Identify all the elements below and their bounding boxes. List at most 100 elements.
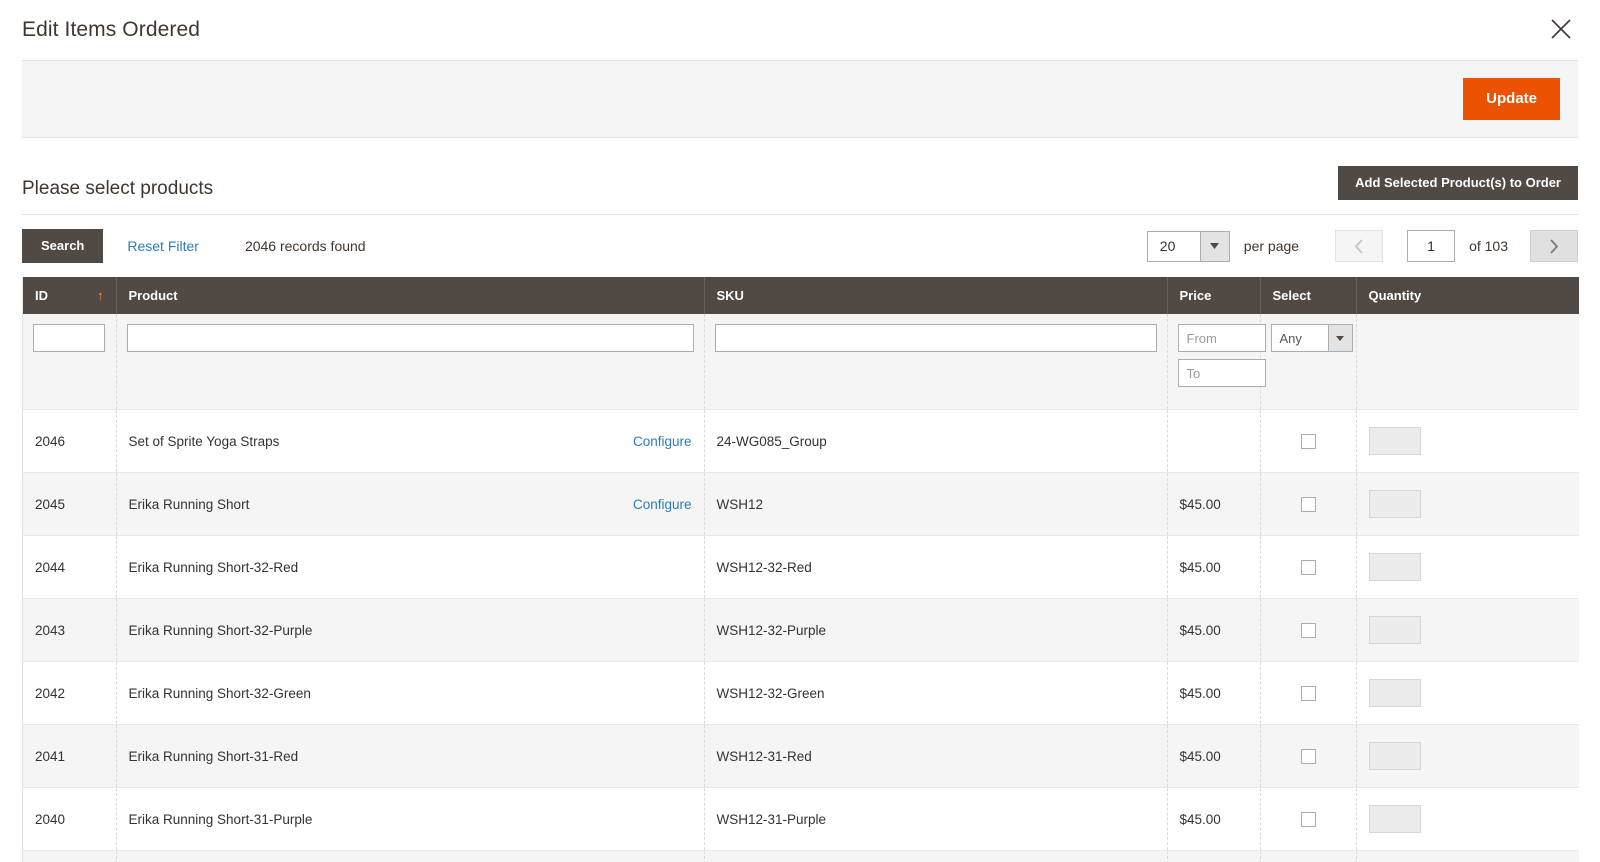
- per-page-label: per page: [1244, 238, 1299, 254]
- cell-price: $45.00: [1167, 536, 1260, 599]
- cell-quantity: [1356, 788, 1579, 851]
- cell-price: $45.00: [1167, 662, 1260, 725]
- product-name: Erika Running Short-32-Purple: [129, 623, 313, 638]
- arrow-up-icon: ↑: [97, 289, 104, 302]
- quantity-input[interactable]: [1369, 742, 1421, 770]
- select-checkbox[interactable]: [1301, 497, 1316, 512]
- product-name: Erika Running Short-32-Red: [129, 560, 299, 575]
- product-name: Erika Running Short-31-Purple: [129, 812, 313, 827]
- column-header-sku[interactable]: SKU: [704, 277, 1167, 314]
- cell-sku: WSH12-31-Purple: [704, 788, 1167, 851]
- column-header-quantity[interactable]: Quantity: [1356, 277, 1579, 314]
- cell-price: $45.00: [1167, 473, 1260, 536]
- configure-link[interactable]: Configure: [633, 497, 692, 512]
- cell-sku: WSH12: [704, 473, 1167, 536]
- cell-price: $45.00: [1167, 851, 1260, 862]
- filter-select-value: Any: [1272, 325, 1328, 351]
- table-row[interactable]: 2046Set of Sprite Yoga StrapsConfigure24…: [23, 410, 1579, 473]
- cell-product: Erika Running Short-32-Green: [116, 662, 704, 725]
- filter-select-dropdown[interactable]: Any: [1271, 324, 1353, 352]
- add-selected-products-button[interactable]: Add Selected Product(s) to Order: [1338, 166, 1578, 200]
- column-header-product[interactable]: Product: [116, 277, 704, 314]
- quantity-input[interactable]: [1369, 805, 1421, 833]
- column-header-select[interactable]: Select: [1260, 277, 1356, 314]
- table-header-row: ID ↑ Product SKU Price Select Quantity: [23, 277, 1579, 314]
- cell-price: $45.00: [1167, 599, 1260, 662]
- search-button[interactable]: Search: [22, 229, 103, 263]
- filter-cell-sku: [704, 314, 1167, 410]
- filter-cell-price: [1167, 314, 1260, 410]
- cell-id: 2043: [23, 599, 116, 662]
- cell-price: $45.00: [1167, 788, 1260, 851]
- table-filter-body: Any: [23, 314, 1579, 410]
- table-body: 2046Set of Sprite Yoga StrapsConfigure24…: [23, 410, 1579, 862]
- cell-quantity: [1356, 473, 1579, 536]
- filter-id-input[interactable]: [33, 324, 105, 352]
- table-row[interactable]: 2044Erika Running Short-32-RedWSH12-32-R…: [23, 536, 1579, 599]
- cell-select: [1260, 410, 1356, 473]
- table-row[interactable]: 2041Erika Running Short-31-RedWSH12-31-R…: [23, 725, 1579, 788]
- previous-page-button[interactable]: [1335, 230, 1383, 262]
- table-row[interactable]: 2042Erika Running Short-32-GreenWSH12-32…: [23, 662, 1579, 725]
- next-page-button[interactable]: [1530, 230, 1578, 262]
- cell-select: [1260, 536, 1356, 599]
- per-page-select[interactable]: 20: [1147, 231, 1230, 262]
- configure-link[interactable]: Configure: [633, 434, 692, 449]
- cell-product: Erika Running Short Configure: [116, 473, 704, 536]
- quantity-input[interactable]: [1369, 616, 1421, 644]
- cell-quantity: [1356, 410, 1579, 473]
- page-title: Edit Items Ordered: [22, 18, 200, 42]
- cell-id: 2045: [23, 473, 116, 536]
- cell-id: 2040: [23, 788, 116, 851]
- filter-price-to-input[interactable]: [1178, 359, 1266, 387]
- filter-price-from-input[interactable]: [1178, 324, 1266, 352]
- section-title: Please select products: [22, 179, 213, 200]
- cell-id: 2039: [23, 851, 116, 862]
- reset-filter-link[interactable]: Reset Filter: [127, 238, 199, 254]
- select-checkbox[interactable]: [1301, 812, 1316, 827]
- quantity-input[interactable]: [1369, 679, 1421, 707]
- cell-select: [1260, 662, 1356, 725]
- grid-toolbar-right: 20 per page of 103: [1147, 230, 1578, 262]
- modal-title-bar: Edit Items Ordered: [0, 0, 1600, 60]
- select-checkbox[interactable]: [1301, 560, 1316, 575]
- cell-id: 2042: [23, 662, 116, 725]
- product-name: Erika Running Short: [129, 497, 250, 512]
- filter-row: Any: [23, 314, 1579, 410]
- table-row[interactable]: 2040 Erika Running Short-31-Purple WSH12-3…: [23, 788, 1579, 851]
- cell-id: 2044: [23, 536, 116, 599]
- cell-quantity: [1356, 725, 1579, 788]
- chevron-down-icon-glyph: [1336, 336, 1344, 341]
- close-icon[interactable]: [1544, 12, 1578, 46]
- table-row[interactable]: 2043Erika Running Short-32-PurpleWSH12-3…: [23, 599, 1579, 662]
- quantity-input[interactable]: [1369, 553, 1421, 581]
- update-button[interactable]: Update: [1463, 78, 1560, 121]
- select-checkbox[interactable]: [1301, 623, 1316, 638]
- cell-quantity: [1356, 851, 1579, 862]
- cell-sku: WSH12-32-Green: [704, 662, 1167, 725]
- filter-cell-product: [116, 314, 704, 410]
- chevron-down-icon-glyph: [1210, 243, 1219, 249]
- cell-sku: 24-WG085_Group: [704, 410, 1167, 473]
- select-checkbox[interactable]: [1301, 686, 1316, 701]
- filter-product-input[interactable]: [127, 324, 694, 352]
- filter-cell-id: [23, 314, 116, 410]
- cell-price: [1167, 410, 1260, 473]
- quantity-input[interactable]: [1369, 490, 1421, 518]
- chevron-right-icon: [1549, 239, 1559, 254]
- quantity-input[interactable]: [1369, 427, 1421, 455]
- close-icon-glyph: [1550, 18, 1572, 40]
- cell-select: [1260, 788, 1356, 851]
- update-toolbar: Update: [22, 60, 1578, 138]
- grid-toolbar-left: Search Reset Filter 2046 records found: [22, 229, 366, 263]
- table-row[interactable]: 2039Erika Running Short-31-GreenWSH12-31…: [23, 851, 1579, 862]
- column-header-id[interactable]: ID ↑: [23, 277, 116, 314]
- column-header-price[interactable]: Price: [1167, 277, 1260, 314]
- table-row[interactable]: 2045 Erika Running Short Configure WSH12$45…: [23, 473, 1579, 536]
- page-number-input[interactable]: [1407, 230, 1455, 262]
- select-checkbox[interactable]: [1301, 434, 1316, 449]
- product-name: Set of Sprite Yoga Straps: [129, 434, 280, 449]
- select-checkbox[interactable]: [1301, 749, 1316, 764]
- cell-product: Erika Running Short-32-Purple: [116, 599, 704, 662]
- filter-sku-input[interactable]: [715, 324, 1157, 352]
